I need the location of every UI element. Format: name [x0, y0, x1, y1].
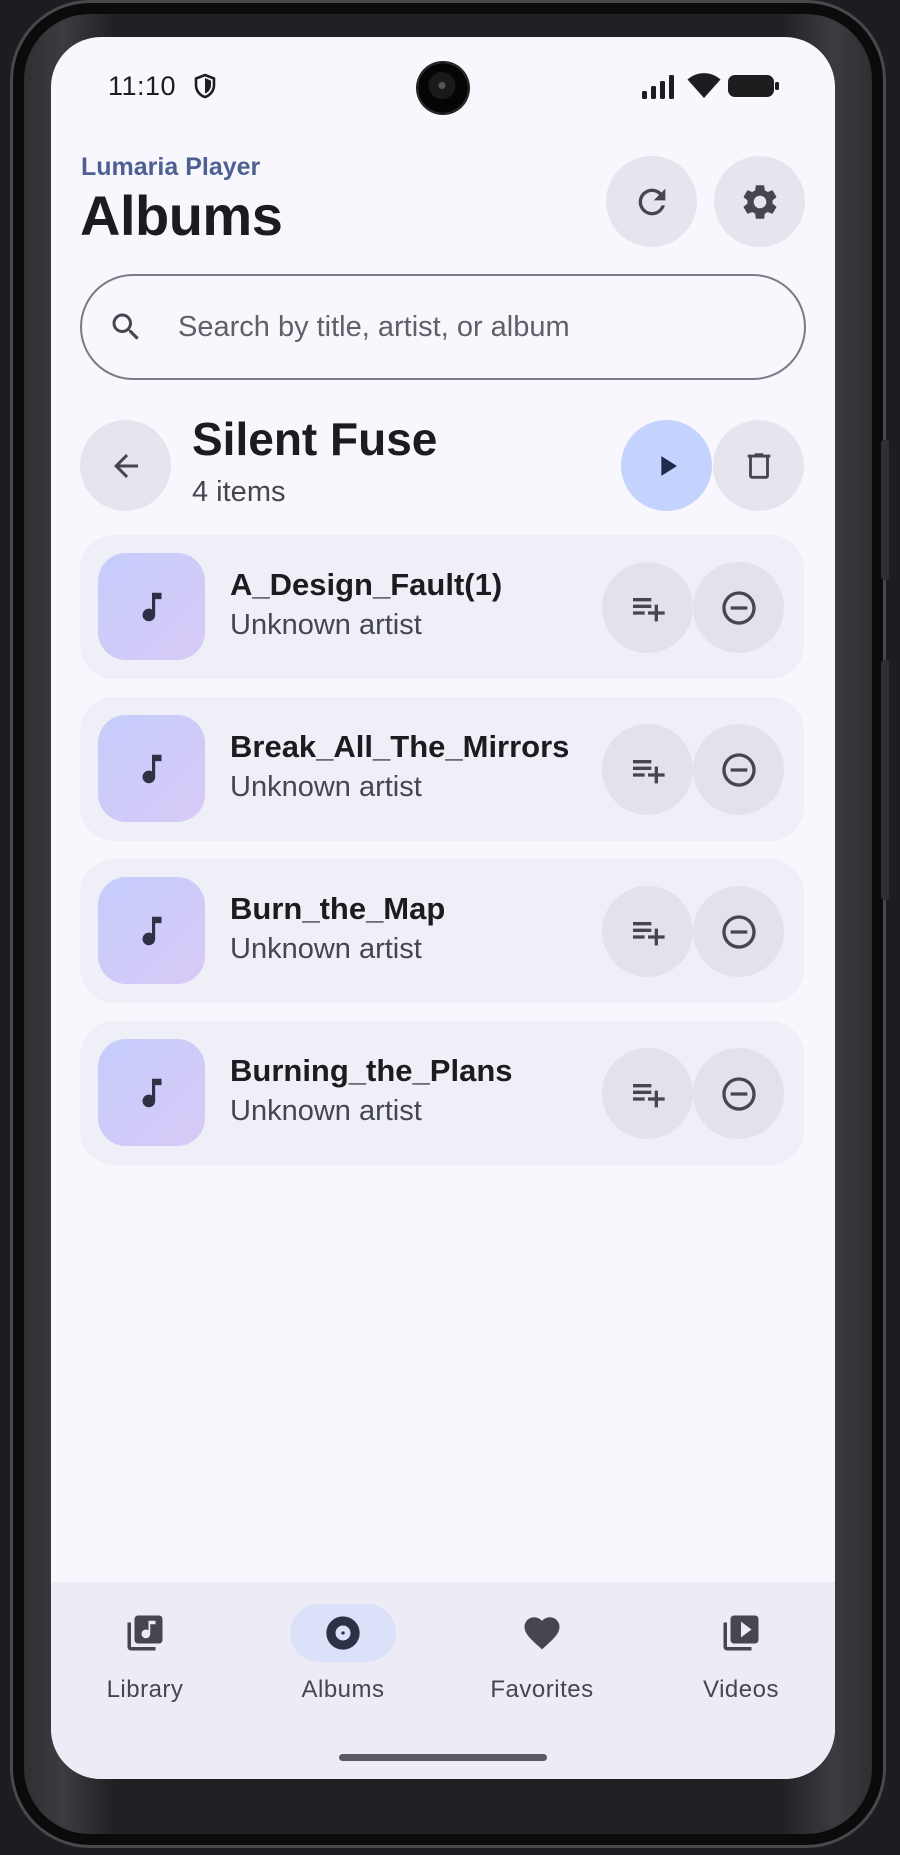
track-artist: Unknown artist: [230, 771, 422, 803]
refresh-icon: [638, 188, 665, 215]
remove-circle-icon: [721, 914, 756, 949]
arrow-back-icon: [113, 453, 138, 478]
album-icon: [326, 1616, 360, 1650]
album-title: Silent Fuse: [192, 413, 438, 465]
remove-circle-icon: [721, 590, 756, 625]
remove-from-album-button[interactable]: [693, 1048, 784, 1139]
nav-albums[interactable]: Albums: [253, 1604, 433, 1724]
status-bar: 11:10: [51, 37, 835, 137]
wifi-icon: [687, 73, 721, 98]
nav-videos[interactable]: Videos: [651, 1604, 831, 1724]
remove-from-album-button[interactable]: [693, 562, 784, 653]
refresh-button[interactable]: [606, 156, 697, 247]
remove-circle-icon: [721, 1076, 756, 1111]
settings-button[interactable]: [714, 156, 805, 247]
remove-from-album-button[interactable]: [693, 886, 784, 977]
search-bar[interactable]: [80, 274, 806, 380]
album-art: [98, 553, 205, 660]
track-title: Break_All_The_Mirrors: [230, 729, 570, 764]
bottom-navigation: Library Albums Favorites Videos: [51, 1582, 835, 1779]
add-to-queue-button[interactable]: [602, 724, 693, 815]
track-title: Burn_the_Map: [230, 891, 446, 926]
album-art: [98, 715, 205, 822]
signal-icon: [642, 75, 674, 99]
album-art: [98, 1039, 205, 1146]
add-to-queue-button[interactable]: [602, 886, 693, 977]
home-indicator[interactable]: [339, 1754, 547, 1761]
track-row[interactable]: A_Design_Fault(1) Unknown artist: [80, 535, 804, 679]
add-to-queue-button[interactable]: [602, 1048, 693, 1139]
music-note-icon: [142, 754, 161, 783]
nav-label-albums: Albums: [301, 1676, 385, 1703]
play-album-button[interactable]: [621, 420, 712, 511]
track-artist: Unknown artist: [230, 933, 422, 965]
search-icon: [112, 313, 139, 340]
trash-icon: [747, 452, 770, 479]
track-title: A_Design_Fault(1): [230, 567, 503, 602]
track-artist: Unknown artist: [230, 1095, 422, 1127]
app-name: Lumaria Player: [81, 153, 261, 181]
volume-button: [881, 660, 889, 900]
play-icon: [660, 455, 677, 476]
music-note-icon: [142, 1078, 161, 1107]
battery-icon: [728, 75, 779, 97]
video-library-icon: [723, 1615, 759, 1651]
page-title: Albums: [80, 184, 283, 247]
track-row[interactable]: Break_All_The_Mirrors Unknown artist: [80, 697, 804, 841]
album-art: [98, 877, 205, 984]
music-note-icon: [142, 592, 161, 621]
status-time: 11:10: [108, 71, 177, 101]
shield-icon: [194, 73, 216, 99]
remove-circle-icon: [721, 752, 756, 787]
power-button: [881, 440, 889, 580]
track-artist: Unknown artist: [230, 609, 422, 641]
music-note-icon: [142, 916, 161, 945]
playlist-add-icon: [632, 759, 665, 783]
nav-label-favorites: Favorites: [490, 1676, 594, 1703]
front-camera: [418, 63, 468, 113]
album-item-count: 4 items: [192, 476, 286, 508]
back-button[interactable]: [80, 420, 171, 511]
search-input[interactable]: [178, 310, 758, 344]
heart-icon: [524, 1617, 560, 1650]
nav-library[interactable]: Library: [55, 1604, 235, 1724]
playlist-add-icon: [632, 921, 665, 945]
nav-label-videos: Videos: [703, 1676, 779, 1703]
app-screen: 11:10 Lumaria Player Albums Search by ti…: [51, 37, 835, 1779]
library-music-icon: [127, 1615, 163, 1651]
remove-from-album-button[interactable]: [693, 724, 784, 815]
nav-favorites[interactable]: Favorites: [452, 1604, 632, 1724]
delete-album-button[interactable]: [713, 420, 804, 511]
add-to-queue-button[interactable]: [602, 562, 693, 653]
track-title: Burning_the_Plans: [230, 1053, 513, 1088]
gear-icon: [743, 184, 776, 219]
track-row[interactable]: Burn_the_Map Unknown artist: [80, 859, 804, 1003]
track-row[interactable]: Burning_the_Plans Unknown artist: [80, 1021, 804, 1165]
nav-label-library: Library: [106, 1676, 184, 1703]
playlist-add-icon: [632, 1083, 665, 1107]
playlist-add-icon: [632, 597, 665, 621]
